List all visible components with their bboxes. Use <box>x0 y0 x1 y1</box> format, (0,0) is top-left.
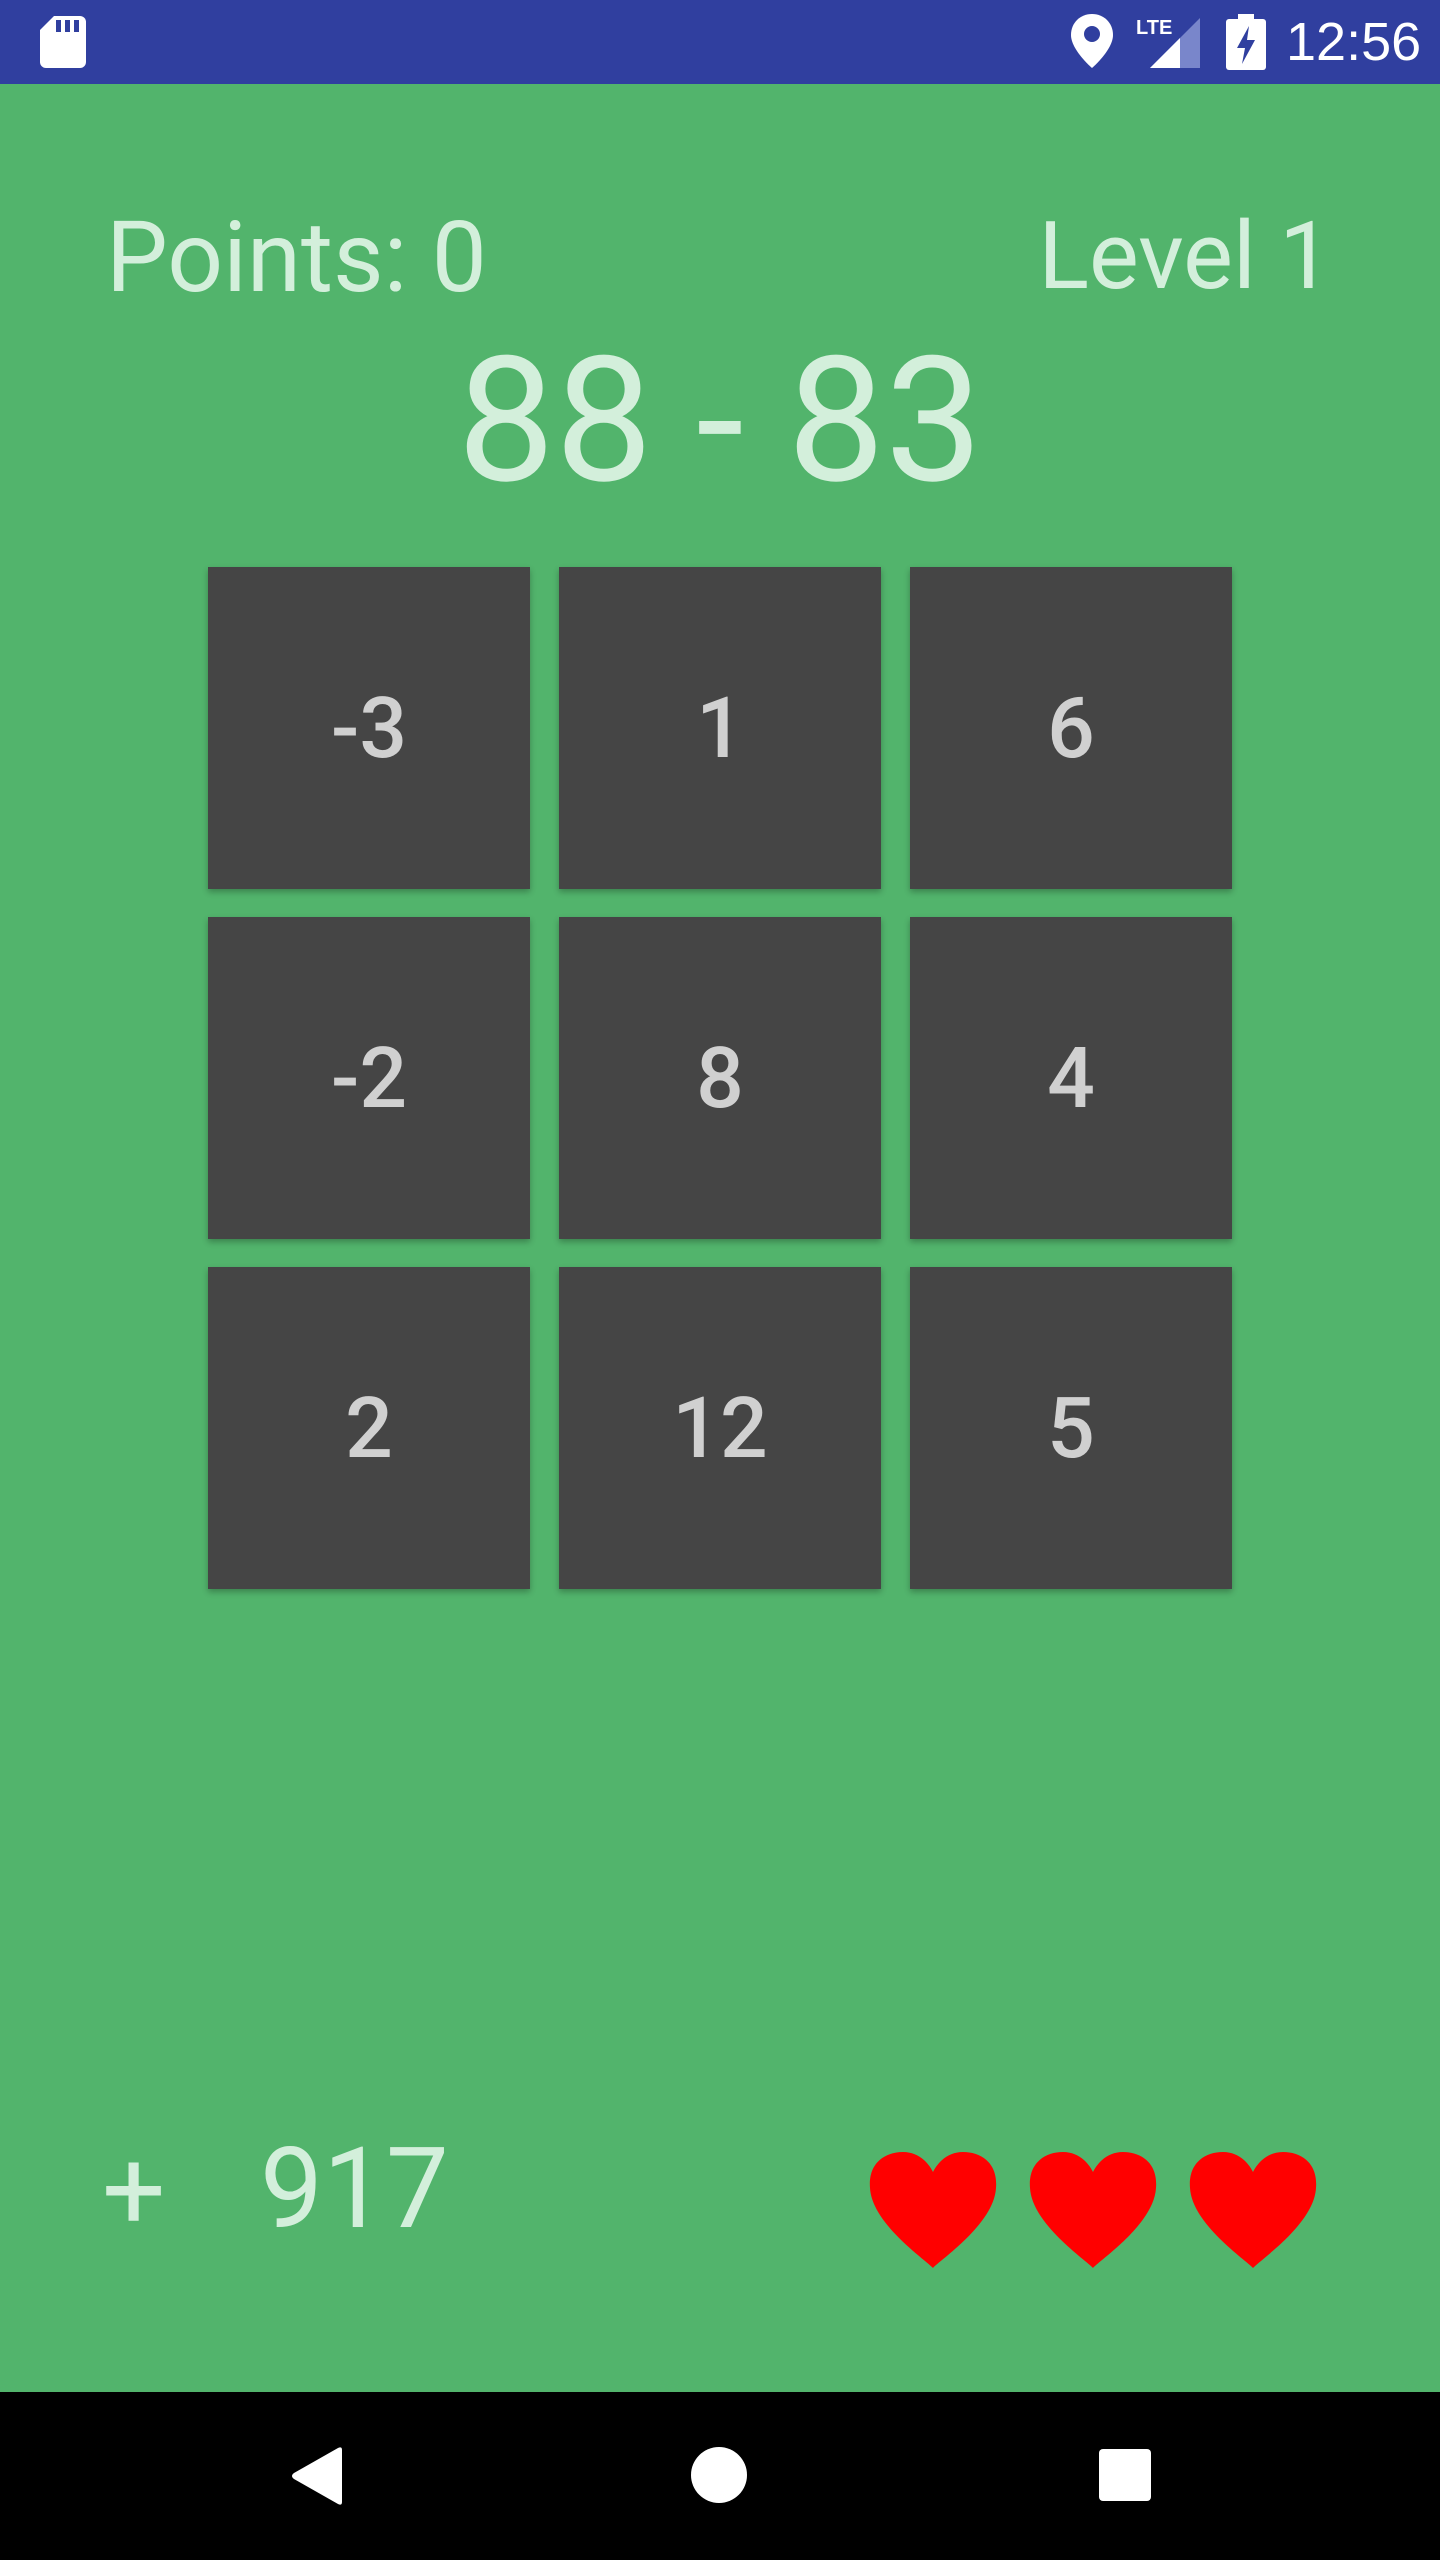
lte-signal-icon: LTE <box>1136 17 1200 68</box>
status-time: 12:56 <box>1286 12 1422 72</box>
svg-text:LTE: LTE <box>1136 17 1172 39</box>
answer-tile[interactable]: 4 <box>910 917 1232 1239</box>
recents-icon[interactable] <box>1098 2448 1152 2502</box>
answer-tile[interactable]: 6 <box>910 567 1232 889</box>
heart-icon <box>1189 2152 1317 2268</box>
back-icon[interactable] <box>290 2446 344 2506</box>
answer-tile[interactable]: -3 <box>208 567 530 889</box>
answer-tile[interactable]: 12 <box>559 1267 881 1589</box>
heart-icon <box>869 2152 997 2268</box>
answer-tile[interactable]: 1 <box>559 567 881 889</box>
status-bar: LTE 12:56 <box>0 0 1440 84</box>
battery-charging-icon <box>1226 14 1266 70</box>
lives-display <box>868 2150 1328 2274</box>
equation: 88 - 83 <box>457 320 983 523</box>
answer-tile[interactable]: 5 <box>910 1267 1232 1589</box>
answer-grid: -3 1 6 -2 8 4 2 12 5 <box>208 567 1232 1589</box>
answer-tile[interactable]: 8 <box>559 917 881 1239</box>
sd-card-icon <box>40 16 86 68</box>
bonus-sign: + <box>102 2126 166 2257</box>
bonus-value: 917 <box>260 2124 449 2255</box>
answer-tile[interactable]: 2 <box>208 1267 530 1589</box>
points-label: Points: 0 <box>106 200 487 315</box>
heart-icon <box>1029 2152 1157 2268</box>
level-label: Level 1 <box>1038 201 1332 311</box>
location-icon <box>1071 14 1113 68</box>
home-icon[interactable] <box>690 2446 748 2504</box>
answer-tile[interactable]: -2 <box>208 917 530 1239</box>
